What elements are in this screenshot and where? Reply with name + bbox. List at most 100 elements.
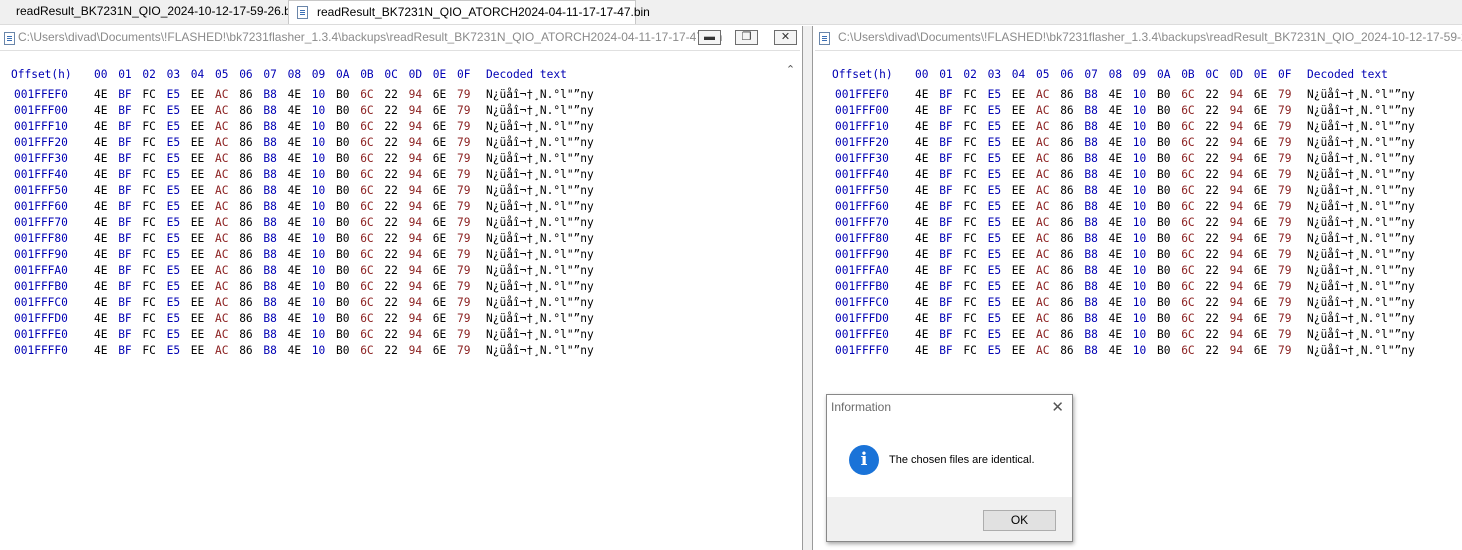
hex-byte: 86 [1060,120,1074,133]
hex-byte: 86 [239,248,253,261]
hex-byte: FC [142,344,156,357]
restore-button[interactable]: ❐ [735,30,758,45]
row-offset: 001FFFC0 [835,296,889,309]
scroll-up-icon[interactable]: ⌃ [782,62,799,78]
hex-byte: 94 [408,152,423,165]
hex-byte: 22 [384,280,398,293]
hex-byte: 86 [239,200,253,213]
decoded-text: N¿üåî¬†¸N.°l"”ny [486,296,594,309]
hex-byte: 10 [311,264,326,277]
hex-byte: 79 [1278,296,1292,309]
ok-button[interactable]: OK [983,510,1056,531]
row-offset: 001FFF10 [835,120,889,133]
hex-byte: 6E [1253,248,1268,261]
minimize-button[interactable]: ▬ [698,30,721,45]
hex-byte: E5 [166,232,181,245]
hex-byte: B0 [336,168,350,181]
hex-byte: 10 [311,136,326,149]
hex-byte: E5 [987,104,1002,117]
hex-byte: BF [118,200,132,213]
hex-byte: BF [118,88,132,101]
column-header: 0A [1157,68,1171,81]
column-header: 0C [1205,68,1219,81]
right-pane-titlebar: C:\Users\divad\Documents\!FLASHED!\bk723… [815,26,1462,51]
hex-byte: 6E [1253,296,1268,309]
hex-byte: 94 [408,200,423,213]
hex-byte: FC [963,152,977,165]
hex-byte: AC [215,312,229,325]
hex-byte: 86 [1060,264,1074,277]
hex-byte: B0 [336,136,350,149]
hex-byte: 86 [1060,168,1074,181]
decoded-text: N¿üåî¬†¸N.°l"”ny [486,88,594,101]
tab-file-atorch-2024-04-11[interactable]: readResult_BK7231N_QIO_ATORCH2024-04-11-… [288,0,650,24]
hex-byte: 4E [94,312,108,325]
hex-byte: 4E [287,264,302,277]
hex-byte: EE [190,344,205,357]
column-header: 04 [190,68,205,81]
row-offset: 001FFF90 [14,248,68,261]
hex-byte: B8 [1084,88,1098,101]
hex-byte: B0 [1157,264,1171,277]
hex-byte: 94 [408,120,423,133]
hex-byte: 79 [1278,88,1292,101]
hex-byte: 79 [457,184,471,197]
hex-byte: B0 [1157,200,1171,213]
hex-byte: AC [215,296,229,309]
hex-byte: 4E [287,216,302,229]
tab-file-2024-10-12[interactable]: readResult_BK7231N_QIO_2024-10-12-17-59-… [0,0,300,23]
hex-byte: 6E [1253,232,1268,245]
hex-byte: B0 [1157,328,1171,341]
hex-byte: FC [963,200,977,213]
hex-byte: E5 [987,168,1002,181]
hex-byte: 10 [1132,264,1147,277]
hex-byte: B0 [336,248,350,261]
hex-byte: AC [1036,264,1050,277]
hex-byte: BF [939,136,953,149]
hex-byte: 4E [287,152,302,165]
decoded-text-header: Decoded text [1307,68,1388,81]
hex-byte: E5 [166,120,181,133]
hex-byte: B8 [1084,104,1098,117]
hex-byte: B8 [263,152,277,165]
close-button[interactable]: ✕ [774,30,797,45]
decoded-text: N¿üåî¬†¸N.°l"”ny [1307,200,1415,213]
hex-byte: B8 [1084,168,1098,181]
hex-byte: B8 [1084,232,1098,245]
hex-byte: AC [215,248,229,261]
hex-byte: AC [215,104,229,117]
column-header: 03 [166,68,181,81]
hex-byte: B8 [263,168,277,181]
hex-byte: 86 [239,104,253,117]
hex-byte: 86 [239,312,253,325]
row-offset: 001FFF20 [14,136,68,149]
hex-byte: 10 [1132,232,1147,245]
hex-byte: B8 [263,312,277,325]
row-offset: 001FFFE0 [835,328,889,341]
decoded-text: N¿üåî¬†¸N.°l"”ny [486,232,594,245]
vertical-scrollbar[interactable]: ⌃ [782,62,799,550]
hex-byte: EE [190,152,205,165]
hex-byte: EE [1011,264,1026,277]
hex-byte: 94 [408,136,423,149]
hex-byte: 6C [1181,184,1195,197]
hex-byte: 4E [287,328,302,341]
hex-byte: 22 [384,136,398,149]
hex-byte: BF [118,328,132,341]
hex-byte: 4E [1108,312,1123,325]
hex-byte: AC [215,264,229,277]
pane-splitter[interactable] [802,26,813,550]
hex-byte: EE [190,136,205,149]
hex-byte: B0 [1157,120,1171,133]
hex-byte: AC [215,168,229,181]
hex-byte: E5 [166,168,181,181]
hex-byte: E5 [166,328,181,341]
hex-byte: EE [190,104,205,117]
dialog-close-icon[interactable]: ✕ [1051,398,1064,416]
hex-byte: 4E [1108,104,1123,117]
hex-byte: 6C [1181,232,1195,245]
hex-byte: 94 [408,184,423,197]
hex-byte: AC [215,344,229,357]
hex-byte: 22 [1205,248,1219,261]
hex-byte: AC [1036,248,1050,261]
